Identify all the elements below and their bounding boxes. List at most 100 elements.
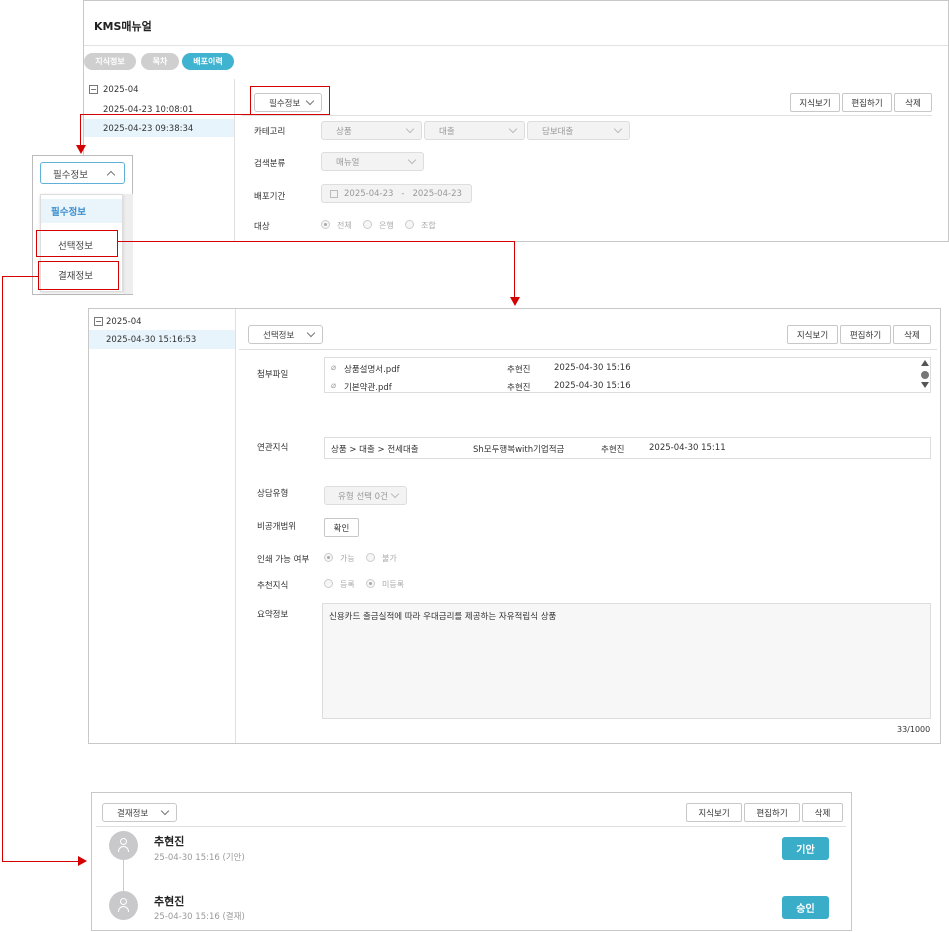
print-radio-yes[interactable] — [324, 553, 333, 562]
delete-button[interactable]: 삭제 — [894, 93, 932, 112]
print-label: 인쇄 가능 여부 — [257, 555, 310, 565]
tree-divider — [235, 309, 236, 743]
calendar-icon — [330, 189, 338, 198]
edit-button[interactable]: 편집하기 — [842, 93, 892, 112]
edit-button[interactable]: 편집하기 — [744, 803, 800, 822]
section-select[interactable]: 결재정보 — [102, 803, 177, 822]
category-value: 대출 — [439, 126, 455, 137]
approver-name: 추현진 — [154, 895, 185, 908]
consult-select[interactable]: 유형 선택 0건 — [324, 486, 407, 505]
arrow-line — [2, 276, 38, 277]
related-title: Sh모두행복with기업적금 — [473, 445, 565, 455]
scroll-up-icon[interactable] — [921, 360, 929, 366]
arrow-line — [118, 241, 514, 242]
search-class-label: 검색분류 — [254, 159, 286, 169]
tree-item[interactable]: 2025-04-23 09:38:34 — [103, 124, 193, 134]
category-value: 상품 — [336, 126, 352, 137]
collapse-icon[interactable]: − — [89, 85, 98, 94]
arrow-line — [2, 276, 3, 861]
chevron-down-icon — [160, 806, 170, 816]
section-select-label: 결재정보 — [117, 808, 149, 819]
delete-button[interactable]: 삭제 — [802, 803, 843, 822]
period-from: 2025-04-23 — [344, 188, 394, 199]
highlight-required-select — [250, 86, 330, 115]
category-select-2[interactable]: 대출 — [424, 121, 525, 140]
file-name[interactable]: 상품설명서.pdf — [344, 363, 400, 375]
related-author: 추현진 — [601, 445, 625, 455]
target-option-bank: 은행 — [379, 221, 394, 230]
section-select-label: 선택정보 — [263, 330, 295, 341]
view-button[interactable]: 지식보기 — [790, 93, 840, 112]
tab-toc[interactable]: 목차 — [141, 53, 179, 70]
collapse-icon[interactable]: − — [94, 317, 103, 326]
section-select[interactable]: 선택정보 — [248, 325, 323, 344]
attach-label: 첨부파일 — [257, 370, 289, 380]
arrow-line — [80, 114, 81, 147]
app-title: KMS매뉴얼 — [94, 20, 152, 33]
scroll-down-icon[interactable] — [921, 382, 929, 388]
edit-button[interactable]: 편집하기 — [840, 325, 891, 344]
period-label: 배포기간 — [254, 192, 286, 202]
arrow-head-icon — [76, 145, 86, 154]
arrow-head-icon — [78, 856, 87, 866]
file-date: 2025-04-30 15:16 — [554, 363, 631, 373]
search-class-select[interactable]: 매뉴얼 — [321, 152, 424, 171]
recommend-radio-unregister[interactable] — [366, 579, 375, 588]
category-select-3[interactable]: 담보대출 — [527, 121, 630, 140]
confirm-button[interactable]: 확인 — [324, 518, 359, 537]
view-button[interactable]: 지식보기 — [686, 803, 742, 822]
target-radio-bank[interactable] — [363, 220, 372, 229]
recommend-label: 추천지식 — [257, 581, 289, 591]
category-select-1[interactable]: 상품 — [321, 121, 422, 140]
tree-root[interactable]: 2025-04 — [103, 85, 139, 95]
toolbar-divider — [239, 349, 937, 350]
private-label: 비공개범위 — [257, 522, 297, 532]
menu-item-required[interactable]: 필수정보 — [41, 199, 122, 223]
delete-button[interactable]: 삭제 — [893, 325, 931, 344]
toolbar-divider — [242, 115, 932, 116]
approval-meta: 25-04-30 15:16 (기안) — [154, 853, 245, 863]
scrollbar-thumb[interactable] — [921, 371, 929, 379]
arrow-head-icon — [510, 297, 520, 306]
user-icon — [120, 898, 127, 905]
target-radio-union[interactable] — [405, 220, 414, 229]
summary-textarea[interactable]: 신용카드 출금실적에 따라 우대금리를 제공하는 자유적립식 상품 — [322, 603, 931, 719]
arrow-line — [514, 241, 515, 297]
chevron-down-icon — [508, 124, 518, 134]
recommend-option-unregister: 미등록 — [382, 580, 405, 589]
tab-deploy-history[interactable]: 배포이력 — [182, 53, 234, 70]
file-list: ⌀ 상품설명서.pdf 추현진 2025-04-30 15:16 ⌀ 기본약관.… — [324, 357, 931, 393]
status-badge: 승인 — [782, 896, 829, 919]
view-button[interactable]: 지식보기 — [787, 325, 838, 344]
user-icon-body — [118, 906, 129, 912]
file-author: 추현진 — [507, 383, 531, 393]
target-label: 대상 — [254, 222, 270, 232]
period-to: 2025-04-23 — [412, 188, 462, 199]
file-name[interactable]: 기본약관.pdf — [344, 381, 392, 393]
related-row[interactable]: 상품 > 대출 > 전세대출 Sh모두행복with기업적금 추현진 2025-0… — [324, 437, 931, 459]
char-count: 33/1000 — [897, 725, 931, 734]
tree-root[interactable]: 2025-04 — [106, 317, 142, 327]
arrow-line — [80, 114, 250, 115]
section-select-open[interactable]: 필수정보 — [40, 162, 125, 184]
category-label: 카테고리 — [254, 127, 286, 137]
highlight-optional-item — [36, 230, 118, 257]
period-field[interactable]: 2025-04-23 - 2025-04-23 — [321, 184, 472, 203]
tree-item[interactable]: 2025-04-30 15:16:53 — [106, 335, 196, 345]
target-radio-all[interactable] — [321, 220, 330, 229]
chevron-down-icon — [405, 124, 415, 134]
period-sep: - — [401, 188, 405, 199]
approver-name: 추현진 — [154, 835, 185, 848]
tab-knowledge-info[interactable]: 지식정보 — [84, 53, 136, 70]
print-option-yes: 가능 — [340, 554, 355, 563]
target-option-all: 전체 — [337, 221, 352, 230]
toolbar-divider — [96, 826, 846, 827]
target-option-union: 조합 — [421, 221, 436, 230]
section-select-open-label: 필수정보 — [53, 170, 88, 181]
file-author: 추현진 — [507, 365, 531, 375]
summary-label: 요약정보 — [257, 610, 289, 620]
arrow-line — [2, 861, 79, 862]
recommend-radio-register[interactable] — [324, 579, 333, 588]
chevron-down-icon — [613, 124, 623, 134]
print-radio-no[interactable] — [366, 553, 375, 562]
